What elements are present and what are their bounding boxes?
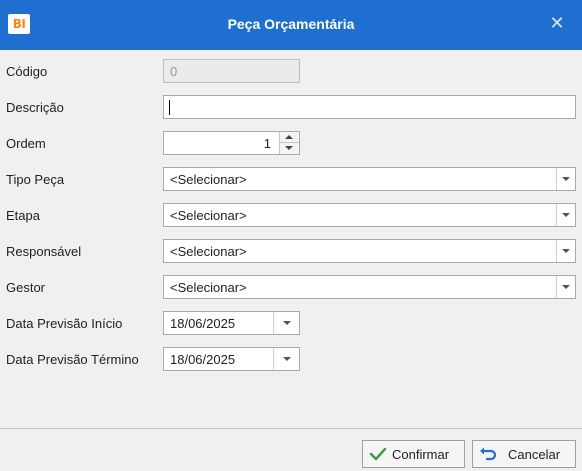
- tipo-peca-dropdown-button[interactable]: [556, 168, 575, 190]
- data-termino-dropdown-button[interactable]: [273, 348, 299, 370]
- chevron-down-icon: [562, 285, 570, 289]
- data-inicio-datepicker[interactable]: 18/06/2025: [163, 311, 300, 335]
- chevron-down-icon: [283, 321, 291, 325]
- responsavel-label: Responsável: [6, 244, 82, 259]
- responsavel-value: <Selecionar>: [170, 244, 247, 259]
- data-termino-value: 18/06/2025: [170, 352, 236, 367]
- etapa-dropdown-button[interactable]: [556, 204, 575, 226]
- data-inicio-label: Data Previsão Início: [6, 316, 123, 331]
- close-icon[interactable]: ✕: [546, 13, 568, 35]
- codigo-value: 0: [170, 64, 178, 79]
- etapa-value: <Selecionar>: [170, 208, 247, 223]
- window-title: Peça Orçamentária: [227, 16, 355, 32]
- footer-bar: Confirmar Cancelar: [0, 428, 582, 471]
- ordem-decrement-button[interactable]: [280, 143, 299, 154]
- text-cursor: [169, 100, 170, 115]
- title-bar: BI Peça Orçamentária ✕: [0, 0, 582, 50]
- cancel-label: Cancelar: [508, 447, 561, 462]
- responsavel-dropdown-button[interactable]: [556, 240, 575, 262]
- tipo-peca-label: Tipo Peça: [6, 172, 65, 187]
- codigo-label: Código: [6, 64, 48, 79]
- undo-icon: [480, 447, 497, 461]
- data-termino-label: Data Previsão Término: [6, 352, 139, 367]
- ordem-increment-button[interactable]: [280, 132, 299, 143]
- tipo-peca-value: <Selecionar>: [170, 172, 247, 187]
- etapa-select[interactable]: <Selecionar>: [163, 203, 576, 227]
- cancel-button[interactable]: Cancelar: [472, 440, 576, 468]
- arrow-down-icon: [285, 146, 293, 150]
- gestor-select[interactable]: <Selecionar>: [163, 275, 576, 299]
- ordem-value: 1: [263, 136, 271, 151]
- descricao-label: Descrição: [6, 100, 64, 115]
- gestor-label: Gestor: [6, 280, 46, 295]
- confirm-button[interactable]: Confirmar: [362, 440, 465, 468]
- data-inicio-dropdown-button[interactable]: [273, 312, 299, 334]
- arrow-up-icon: [285, 135, 293, 139]
- checkmark-icon: [369, 447, 387, 461]
- gestor-dropdown-button[interactable]: [556, 276, 575, 298]
- chevron-down-icon: [562, 249, 570, 253]
- descricao-input[interactable]: [163, 95, 576, 119]
- data-termino-datepicker[interactable]: 18/06/2025: [163, 347, 300, 371]
- chevron-down-icon: [283, 357, 291, 361]
- ordem-stepper[interactable]: 1: [163, 131, 300, 155]
- etapa-label: Etapa: [6, 208, 40, 223]
- tipo-peca-select[interactable]: <Selecionar>: [163, 167, 576, 191]
- confirm-label: Confirmar: [392, 447, 450, 462]
- chevron-down-icon: [562, 177, 570, 181]
- form-panel: Código 0 Descrição Ordem 1 Tipo Peça <Se…: [0, 50, 582, 428]
- chevron-down-icon: [562, 213, 570, 217]
- data-inicio-value: 18/06/2025: [170, 316, 236, 331]
- responsavel-select[interactable]: <Selecionar>: [163, 239, 576, 263]
- gestor-value: <Selecionar>: [170, 280, 247, 295]
- ordem-spin-buttons: [279, 132, 299, 154]
- ordem-label: Ordem: [6, 136, 46, 151]
- codigo-field: 0: [163, 59, 300, 83]
